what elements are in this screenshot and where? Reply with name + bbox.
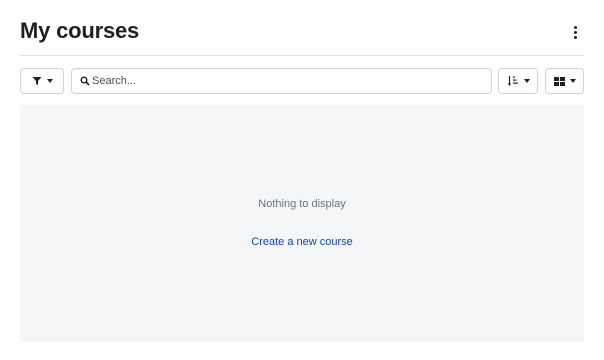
course-toolbar <box>20 68 584 94</box>
search-input[interactable] <box>92 69 487 93</box>
kebab-menu-icon[interactable] <box>568 22 582 42</box>
grid-view-icon <box>553 76 565 86</box>
filter-icon <box>32 77 41 85</box>
page-title: My courses <box>20 18 140 43</box>
empty-state-message: Nothing to display <box>258 198 346 210</box>
search-box <box>71 68 492 94</box>
chevron-down-icon <box>523 79 530 83</box>
view-dropdown-button[interactable] <box>545 68 584 94</box>
create-course-link[interactable]: Create a new course <box>20 236 584 248</box>
chevron-down-icon <box>569 79 576 83</box>
page-header: My courses <box>20 18 584 56</box>
sort-dropdown-button[interactable] <box>498 68 538 94</box>
search-icon <box>80 76 90 86</box>
chevron-down-icon <box>46 79 53 83</box>
courses-empty-area: Nothing to display Create a new course <box>20 105 584 342</box>
sort-icon <box>507 76 518 86</box>
filter-dropdown-button[interactable] <box>20 68 64 94</box>
